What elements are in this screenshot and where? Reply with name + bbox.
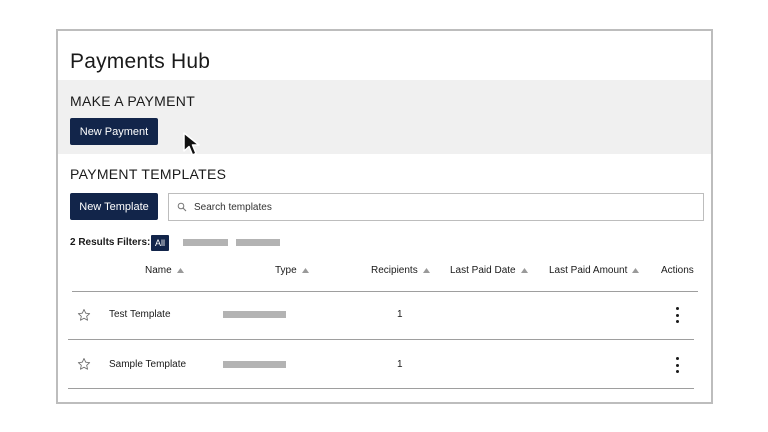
row-divider bbox=[68, 339, 694, 340]
sort-up-icon bbox=[422, 268, 430, 273]
make-payment-heading: MAKE A PAYMENT bbox=[70, 93, 196, 109]
recipients-count: 1 bbox=[397, 309, 403, 320]
column-header-label: Actions bbox=[661, 265, 694, 276]
recipients-count: 1 bbox=[397, 359, 403, 370]
page-title: Payments Hub bbox=[70, 50, 211, 73]
payments-hub-panel: Payments Hub MAKE A PAYMENT New Payment … bbox=[56, 29, 713, 404]
search-input[interactable] bbox=[194, 201, 594, 213]
column-header-label: Last Paid Date bbox=[450, 265, 516, 276]
filter-chip-placeholder[interactable] bbox=[183, 239, 228, 246]
template-name[interactable]: Test Template bbox=[109, 309, 171, 320]
more-vertical-icon[interactable] bbox=[672, 357, 682, 373]
arrow-pointer-icon bbox=[183, 132, 200, 156]
table-header-divider bbox=[72, 291, 698, 292]
sort-up-icon bbox=[632, 268, 640, 273]
column-header-type[interactable]: Type bbox=[275, 265, 309, 276]
column-header-label: Last Paid Amount bbox=[549, 265, 628, 276]
column-header-actions: Actions bbox=[661, 265, 694, 276]
filter-chip-placeholder[interactable] bbox=[236, 239, 280, 246]
filter-chip-all[interactable]: All bbox=[151, 235, 169, 251]
sort-up-icon bbox=[176, 268, 184, 273]
column-header-name[interactable]: Name bbox=[145, 265, 184, 276]
payment-templates-heading: PAYMENT TEMPLATES bbox=[70, 166, 227, 182]
template-name[interactable]: Sample Template bbox=[109, 359, 186, 370]
type-placeholder bbox=[223, 311, 286, 318]
star-outline-icon[interactable] bbox=[77, 357, 91, 371]
filters-label: Filters: bbox=[117, 237, 151, 248]
column-header-label: Type bbox=[275, 265, 297, 276]
column-header-last-paid-date[interactable]: Last Paid Date bbox=[450, 265, 528, 276]
new-template-button[interactable]: New Template bbox=[70, 193, 158, 220]
results-count: 2 Results bbox=[70, 237, 115, 248]
type-placeholder bbox=[223, 361, 286, 368]
column-header-label: Name bbox=[145, 265, 172, 276]
search-icon bbox=[177, 202, 187, 212]
new-payment-button[interactable]: New Payment bbox=[70, 118, 158, 145]
make-payment-section: MAKE A PAYMENT New Payment bbox=[58, 80, 711, 154]
row-divider bbox=[68, 388, 694, 389]
column-header-recipients[interactable]: Recipients bbox=[371, 265, 430, 276]
column-header-last-paid-amount[interactable]: Last Paid Amount bbox=[549, 265, 640, 276]
more-vertical-icon[interactable] bbox=[672, 307, 682, 323]
column-header-label: Recipients bbox=[371, 265, 418, 276]
search-box[interactable] bbox=[168, 193, 704, 221]
star-outline-icon[interactable] bbox=[77, 308, 91, 322]
sort-up-icon bbox=[520, 268, 528, 273]
sort-up-icon bbox=[301, 268, 309, 273]
